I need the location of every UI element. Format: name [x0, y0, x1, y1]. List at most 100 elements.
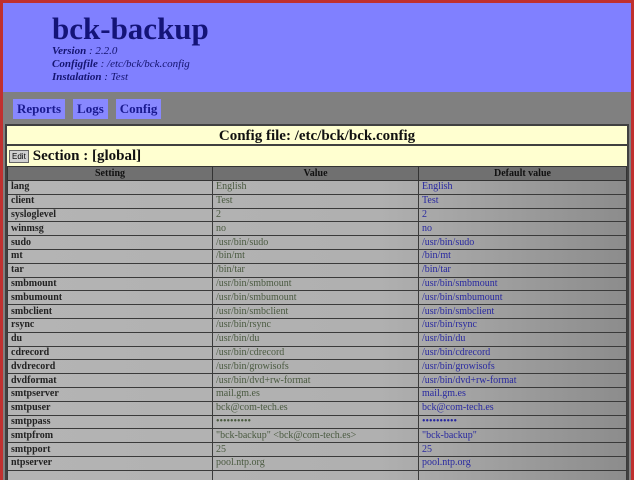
instalation-line: Instalation : Test [52, 71, 129, 83]
table-row: tar/bin/tar/bin/tar [7, 262, 627, 278]
table-row-clipped [7, 469, 627, 480]
app-title: bck-backup [52, 11, 209, 46]
table-row: smtpport 25 25 [7, 442, 627, 457]
setting-name: client [7, 193, 213, 209]
nav-logs[interactable]: Logs [73, 99, 108, 119]
table-row: smbumount/usr/bin/smbumount/usr/bin/smbu… [7, 290, 627, 306]
header: bck-backup Version : 2.2.0 Configfile : … [3, 3, 631, 92]
setting-name: smtpport [7, 442, 213, 457]
default-value: /usr/bin/smbclient [418, 304, 627, 319]
setting-value: English [212, 180, 419, 195]
setting-value: /usr/bin/dvd+rw-format [212, 373, 419, 388]
default-value: /usr/bin/smbumount [418, 290, 627, 306]
config-panel: Config file: /etc/bck/bck.config Edit Se… [5, 124, 629, 480]
version-line: Version : 2.2.0 [52, 45, 118, 57]
nav-bar: Reports Logs Config [3, 92, 631, 123]
setting-name: smbumount [7, 290, 213, 306]
default-value: no [418, 221, 627, 237]
default-value: bck@com-tech.es [418, 400, 627, 416]
setting-value: pool.ntp.org [212, 455, 419, 471]
default-value: /bin/mt [418, 248, 627, 264]
default-value: 25 [418, 442, 627, 457]
table-row: lang English English [7, 180, 627, 195]
setting-value: /usr/bin/smbclient [212, 304, 419, 319]
table-row: dvdrecord/usr/bin/growisofs/usr/bin/grow… [7, 359, 627, 375]
default-value: pool.ntp.org [418, 455, 627, 471]
default-value: "bck-backup" [418, 428, 627, 444]
setting-name: cdrecord [7, 345, 213, 361]
version-value: 2.2.0 [95, 45, 118, 57]
instalation-label: Instalation [52, 71, 102, 83]
table-row: smtppass •••••••••• •••••••••• [7, 414, 627, 430]
setting-name: smtpfrom [7, 428, 213, 444]
table-row: smbmount/usr/bin/smbmount/usr/bin/smbmou… [7, 276, 627, 292]
default-value: /usr/bin/rsync [418, 317, 627, 333]
table-row: smtpuser bck@com-tech.es bck@com-tech.es [7, 400, 627, 416]
setting-value: bck@com-tech.es [212, 400, 419, 416]
setting-name: smtpuser [7, 400, 213, 416]
setting-name: ntpserver [7, 455, 213, 471]
table-row: sysloglevel 2 2 [7, 207, 627, 223]
default-value: 2 [418, 207, 627, 223]
table-row: dvdformat/usr/bin/dvd+rw-format/usr/bin/… [7, 373, 627, 388]
version-label: Version [52, 45, 87, 57]
setting-value: /usr/bin/sudo [212, 235, 419, 250]
setting-name: smtppass [7, 414, 213, 430]
setting-value: 25 [212, 442, 419, 457]
section-header: Edit Section : [global] [7, 146, 627, 166]
setting-value: /usr/bin/growisofs [212, 359, 419, 375]
configfile-label: Configfile [52, 58, 98, 70]
setting-name: smtpserver [7, 386, 213, 402]
table-row: winmsg no no [7, 221, 627, 237]
setting-name: mt [7, 248, 213, 264]
setting-value: mail.gm.es [212, 386, 419, 402]
setting-name: du [7, 331, 213, 347]
setting-name: sysloglevel [7, 207, 213, 223]
configfile-line: Configfile : /etc/bck/bck.config [52, 58, 190, 70]
setting-value: /usr/bin/cdrecord [212, 345, 419, 361]
default-value: mail.gm.es [418, 386, 627, 402]
setting-name: smbclient [7, 304, 213, 319]
setting-value: /bin/tar [212, 262, 419, 278]
app-window: bck-backup Version : 2.2.0 Configfile : … [3, 3, 631, 480]
setting-name: rsync [7, 317, 213, 333]
table-row: smtpfrom "bck-backup" <bck@com-tech.es> "b… [7, 428, 627, 444]
default-value: /usr/bin/cdrecord [418, 345, 627, 361]
default-value: Test [418, 193, 627, 209]
nav-config[interactable]: Config [115, 99, 162, 119]
default-value: /bin/tar [418, 262, 627, 278]
table-row: du/usr/bin/du/usr/bin/du [7, 331, 627, 347]
setting-value: •••••••••• [212, 414, 419, 430]
default-value: /usr/bin/smbmount [418, 276, 627, 292]
default-value: /usr/bin/growisofs [418, 359, 627, 375]
setting-name: smbmount [7, 276, 213, 292]
table-row: cdrecord/usr/bin/cdrecord/usr/bin/cdreco… [7, 345, 627, 361]
col-default: Default value [418, 166, 627, 181]
table-row: sudo/usr/bin/sudo/usr/bin/sudo [7, 235, 627, 250]
col-value: Value [212, 166, 419, 181]
setting-value: Test [212, 193, 419, 209]
setting-name: tar [7, 262, 213, 278]
table-row: smtpserver mail.gm.es mail.gm.es [7, 386, 627, 402]
config-file-title: Config file: /etc/bck/bck.config [7, 126, 627, 146]
setting-name: lang [7, 180, 213, 195]
col-setting: Setting [7, 166, 213, 181]
nav-reports[interactable]: Reports [13, 99, 66, 119]
setting-value: 2 [212, 207, 419, 223]
default-value: /usr/bin/du [418, 331, 627, 347]
setting-name: dvdformat [7, 373, 213, 388]
setting-value: no [212, 221, 419, 237]
instalation-value: Test [110, 71, 129, 83]
setting-name [7, 469, 213, 480]
table-row: client Test Test [7, 193, 627, 209]
edit-button[interactable]: Edit [9, 149, 29, 163]
table-row: mt/bin/mt/bin/mt [7, 248, 627, 264]
setting-value: /usr/bin/rsync [212, 317, 419, 333]
setting-value: /bin/mt [212, 248, 419, 264]
default-value: /usr/bin/sudo [418, 235, 627, 250]
setting-name: sudo [7, 235, 213, 250]
setting-value: /usr/bin/smbmount [212, 276, 419, 292]
setting-name: winmsg [7, 221, 213, 237]
table-row: ntpserver pool.ntp.org pool.ntp.org [7, 455, 627, 471]
default-value: •••••••••• [418, 414, 627, 430]
